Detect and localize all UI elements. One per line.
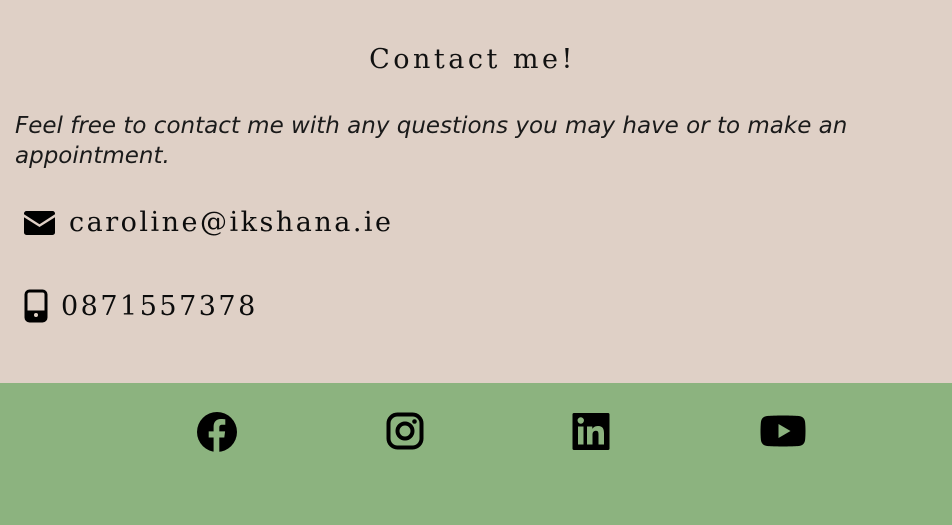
email-link[interactable]: caroline@ikshana.ie xyxy=(69,207,394,238)
phone-link[interactable]: 0871557378 xyxy=(61,291,258,322)
facebook-icon xyxy=(196,411,238,453)
footer xyxy=(0,383,952,525)
instagram-link[interactable] xyxy=(386,411,424,451)
facebook-link[interactable] xyxy=(196,411,238,453)
linkedin-link[interactable] xyxy=(572,411,610,451)
contact-section: Contact me! Feel free to contact me with… xyxy=(0,0,952,383)
youtube-icon xyxy=(760,414,806,448)
contact-intro: Feel free to contact me with any questio… xyxy=(15,113,848,169)
mobile-phone-icon xyxy=(24,289,48,323)
instagram-icon xyxy=(386,411,424,451)
email-row: caroline@ikshana.ie xyxy=(24,207,394,238)
envelope-icon xyxy=(24,210,55,235)
youtube-link[interactable] xyxy=(760,414,806,448)
contact-title: Contact me! xyxy=(369,44,576,75)
phone-row: 0871557378 xyxy=(24,289,258,323)
linkedin-icon xyxy=(572,411,610,451)
